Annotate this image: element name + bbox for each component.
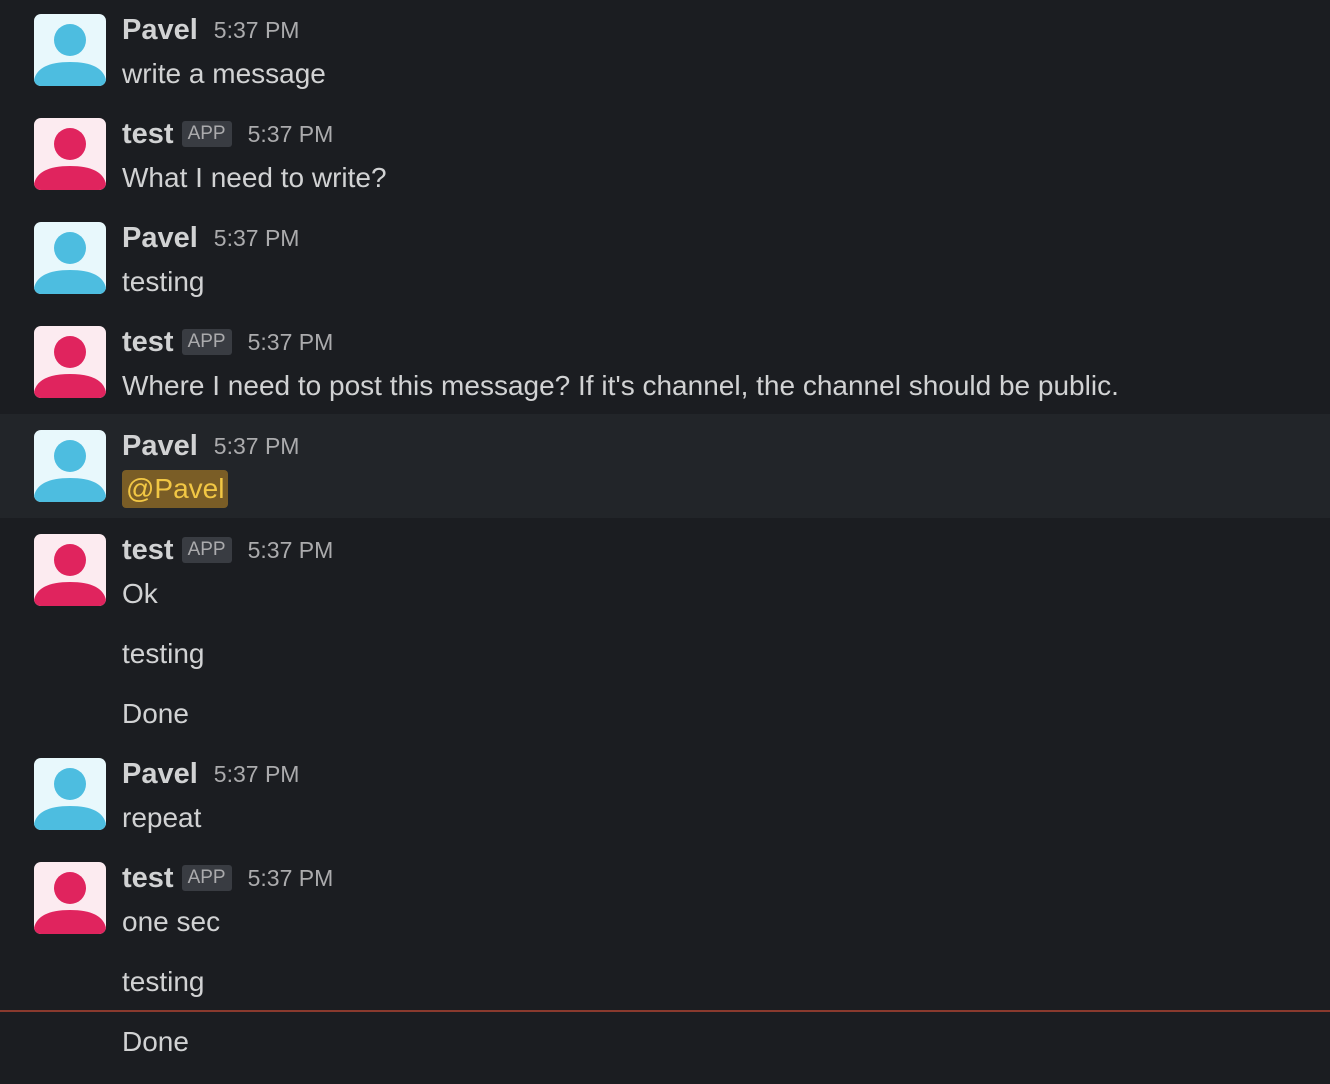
bot-avatar-icon [34,862,106,934]
sender-name[interactable]: test [122,534,174,567]
message-header: Pavel 5:37 PM [122,218,299,258]
message-header: test APP 5:37 PM [122,322,333,362]
message-header: test APP 5:37 PM [122,530,333,570]
sender-name[interactable]: test [122,862,174,895]
sender-name[interactable]: Pavel [122,430,198,463]
message[interactable]: test APP 5:37 PM What I need to write? [0,104,1330,208]
message-text: Ok [122,578,158,609]
message-header: Pavel 5:37 PM [122,426,299,466]
message[interactable]: test APP 5:37 PM one sec testing Done [0,848,1330,1084]
message-text: Done [122,698,189,729]
avatar[interactable] [34,14,106,86]
message-text: testing [122,638,205,669]
avatar[interactable] [34,326,106,398]
avatar[interactable] [34,222,106,294]
avatar[interactable] [34,430,106,502]
message[interactable]: test APP 5:37 PM Where I need to post th… [0,312,1330,414]
message-text: testing [122,266,205,297]
timestamp[interactable]: 5:37 PM [248,537,334,564]
user-avatar-icon [34,222,106,294]
message-text: Where I need to post this message? If it… [122,370,1119,401]
bot-avatar-icon [34,534,106,606]
timestamp[interactable]: 5:37 PM [214,225,300,252]
sender-name[interactable]: test [122,326,174,359]
timestamp[interactable]: 5:37 PM [214,761,300,788]
new-messages-divider [0,1010,1330,1012]
app-badge: APP [181,121,232,147]
message[interactable]: Pavel 5:37 PM write a message [0,0,1330,104]
message-text: testing [122,966,205,997]
message-text: one sec [122,906,221,937]
app-badge: APP [181,865,232,891]
timestamp[interactable]: 5:37 PM [248,329,334,356]
app-badge: APP [181,329,232,355]
message-text: @Pavel [122,470,229,508]
message[interactable]: Pavel 5:37 PM testing [0,208,1330,312]
message-text: Done [122,1026,189,1057]
bot-avatar-icon [34,118,106,190]
message-highlighted[interactable]: Pavel 5:37 PM @Pavel [0,414,1330,518]
message-header: test APP 5:37 PM [122,114,333,154]
app-badge: APP [181,537,232,563]
message-text: What I need to write? [122,162,387,193]
sender-name[interactable]: test [122,118,174,151]
message-header: Pavel 5:37 PM [122,754,299,794]
user-avatar-icon [34,430,106,502]
avatar[interactable] [34,758,106,830]
user-mention[interactable]: @Pavel [122,470,229,508]
message-text: write a message [122,58,326,89]
sender-name[interactable]: Pavel [122,14,198,47]
avatar[interactable] [34,862,106,934]
timestamp[interactable]: 5:37 PM [214,433,300,460]
bot-avatar-icon [34,326,106,398]
message-text: repeat [122,802,202,833]
message-header: test APP 5:37 PM [122,858,333,898]
user-avatar-icon [34,14,106,86]
message-header: Pavel 5:37 PM [122,10,299,50]
user-avatar-icon [34,758,106,830]
timestamp[interactable]: 5:37 PM [214,17,300,44]
timestamp[interactable]: 5:37 PM [248,865,334,892]
avatar[interactable] [34,534,106,606]
sender-name[interactable]: Pavel [122,758,198,791]
message[interactable]: test APP 5:37 PM Ok testing Done [0,520,1330,744]
timestamp[interactable]: 5:37 PM [248,121,334,148]
sender-name[interactable]: Pavel [122,222,198,255]
message[interactable]: Pavel 5:37 PM repeat [0,744,1330,848]
avatar[interactable] [34,118,106,190]
message-feed: Pavel 5:37 PM write a message test APP 5… [0,0,1330,1084]
